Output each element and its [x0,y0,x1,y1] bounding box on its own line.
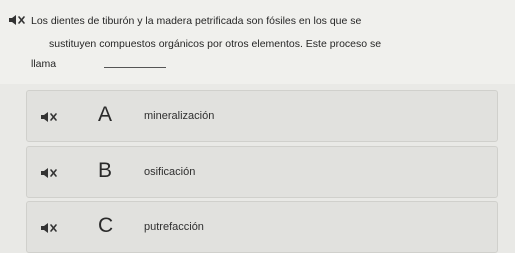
option-b[interactable]: B osificación [26,146,498,198]
option-letter: B [98,159,113,182]
option-a[interactable]: A mineralización [26,90,498,142]
option-text: putrefacción [144,221,204,233]
question-text-line-1: Los dientes de tiburón y la madera petri… [31,15,362,27]
option-text: osificación [144,166,196,178]
option-letter: C [98,214,114,237]
speaker-icon[interactable] [40,111,58,123]
answer-blank [104,67,166,68]
question-text-line-2: sustituyen compuestos orgánicos por otro… [49,38,382,50]
question-panel: Los dientes de tiburón y la madera petri… [0,0,515,84]
option-letter: A [98,103,113,126]
speaker-icon[interactable] [40,167,58,179]
question-text-line-3: llama [31,58,57,70]
option-c[interactable]: C putrefacción [26,201,498,253]
speaker-icon[interactable] [40,222,58,234]
speaker-icon[interactable] [8,14,26,26]
option-text: mineralización [144,110,215,122]
